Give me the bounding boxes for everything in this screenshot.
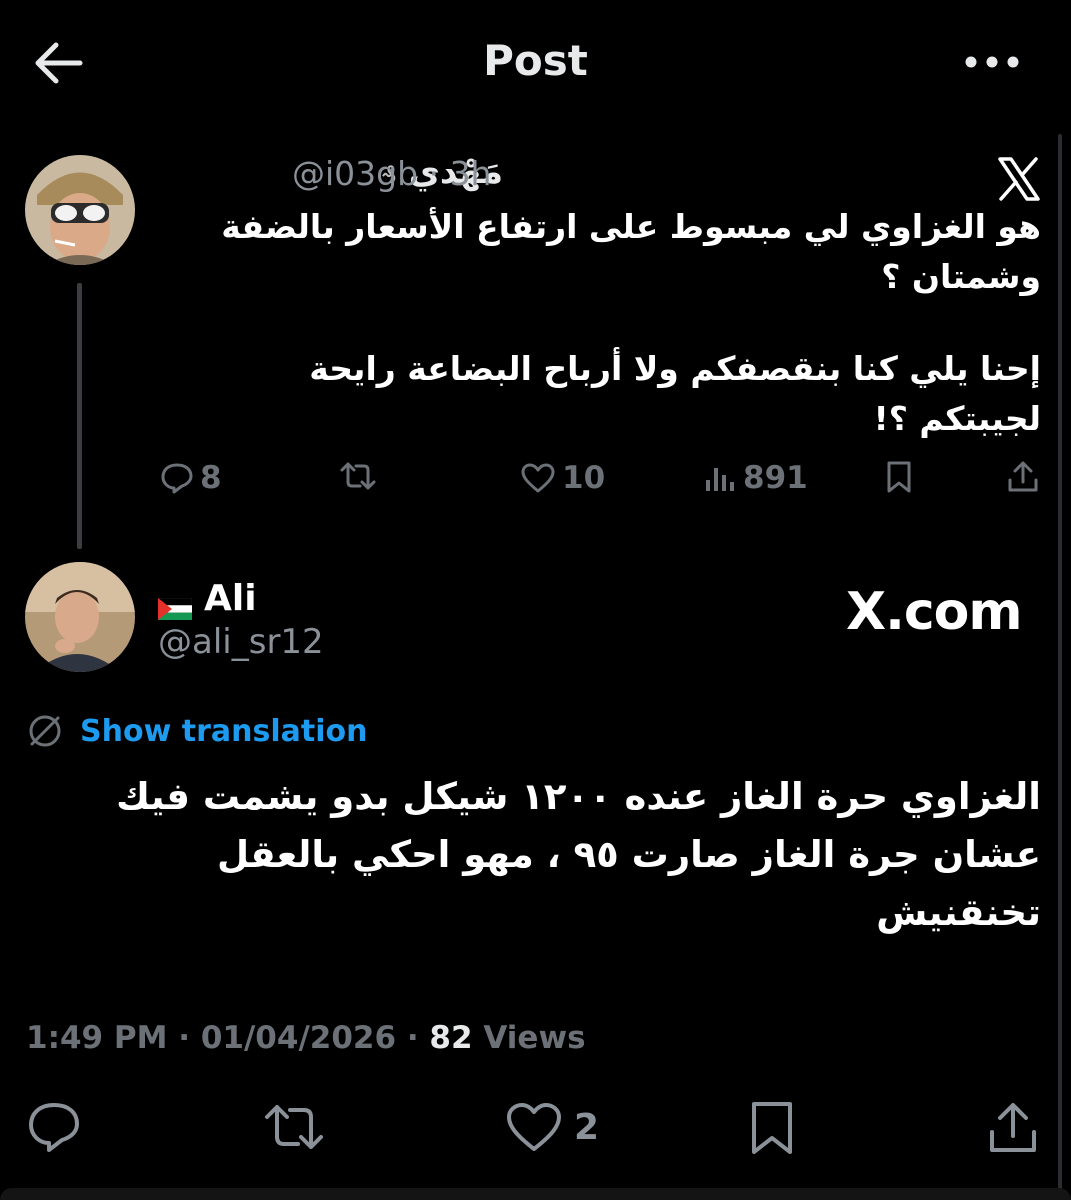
repost-icon [340, 462, 376, 490]
text-line: هو الغزاوي لي مبسوط على ارتفاع الأسعار ب… [221, 207, 1041, 246]
avatar[interactable] [25, 562, 135, 672]
share-icon [1008, 461, 1038, 492]
share-button[interactable] [1006, 460, 1040, 494]
like-count: 2 [574, 1106, 600, 1148]
views-button[interactable]: 891 [703, 460, 808, 496]
heart-icon [507, 1103, 561, 1151]
bookmark-icon [752, 1102, 792, 1154]
avatar[interactable] [25, 155, 135, 265]
analytics-icon [706, 468, 734, 491]
show-translation[interactable]: Show translation [26, 712, 367, 750]
separator: · [406, 1020, 419, 1056]
text-line: عشان جرة الغاز صارت ٩٥ ، مهو احكي بالعقل [216, 833, 1041, 876]
view-count: 891 [743, 460, 808, 496]
text-line: الغزاوي حرة الغاز عنده ١٢٠٠ شيكل بدو يشم… [116, 775, 1041, 818]
post-time: 1:49 PM [26, 1020, 168, 1056]
share-button[interactable] [986, 1100, 1040, 1156]
repost-button[interactable] [262, 1100, 326, 1154]
reply-icon [161, 463, 193, 494]
post-time: 3h [449, 154, 492, 193]
x-logo-icon [998, 157, 1040, 201]
views-label: Views [483, 1020, 586, 1056]
palestine-flag-icon [157, 588, 193, 620]
reply-button[interactable]: 8 [160, 460, 222, 496]
heart-icon [521, 463, 555, 493]
post-metadata: 1:49 PM · 01/04/2026 · 82 Views [26, 1020, 586, 1056]
author-name[interactable]: Ali [157, 578, 257, 620]
separator: · [178, 1020, 191, 1056]
more-options-icon[interactable] [962, 50, 1022, 74]
bookmark-button[interactable] [884, 460, 914, 494]
bookmark-button[interactable] [748, 1100, 796, 1156]
text-line: لجيبتكم ؟! [873, 399, 1041, 438]
reply-icon [29, 1103, 79, 1152]
bottom-edge [0, 1188, 1071, 1200]
author-handle: @i03gb [292, 154, 419, 193]
like-button[interactable]: 10 [520, 460, 605, 496]
avatar-image [25, 562, 135, 672]
top-bar: Post [0, 0, 1071, 120]
text-line: تخنقنيش [876, 891, 1041, 934]
x-com-watermark: X.com [846, 582, 1023, 642]
main-post-text: الغزاوي حرة الغاز عنده ١٢٠٠ شيكل بدو يشم… [81, 768, 1041, 942]
reply-button[interactable] [26, 1100, 82, 1154]
quoted-post-text: هو الغزاوي لي مبسوط على ارتفاع الأسعار ب… [211, 202, 1041, 444]
author-handle[interactable]: @ali_sr12 [158, 622, 324, 662]
views-count[interactable]: 82 [429, 1020, 472, 1056]
like-count: 10 [562, 460, 606, 496]
repost-button[interactable] [338, 460, 378, 492]
text-line: وشمتان ؟ [881, 257, 1041, 296]
show-translation-label: Show translation [80, 713, 368, 749]
author-display-name: Ali [204, 578, 257, 619]
quoted-post-metrics: 8 10 891 [0, 460, 1071, 510]
author-handle-time[interactable]: @i03gb · 3h [292, 154, 491, 193]
page-title: Post [483, 36, 588, 85]
bookmark-icon [887, 461, 911, 493]
post-actions: 2 [0, 1100, 1071, 1164]
text-line: إحنا يلي كنا بنقصفكم ولا أرباح البضاعة ر… [309, 349, 1041, 388]
post-date: 01/04/2026 [200, 1020, 397, 1056]
repost-icon [265, 1105, 323, 1149]
avatar-image [25, 155, 135, 265]
scrollbar[interactable] [1058, 134, 1062, 1200]
share-icon [990, 1103, 1036, 1152]
reply-count: 8 [200, 460, 222, 496]
separator: · [428, 154, 440, 193]
translate-globe-icon [29, 715, 61, 747]
like-button[interactable]: 2 [504, 1100, 599, 1154]
